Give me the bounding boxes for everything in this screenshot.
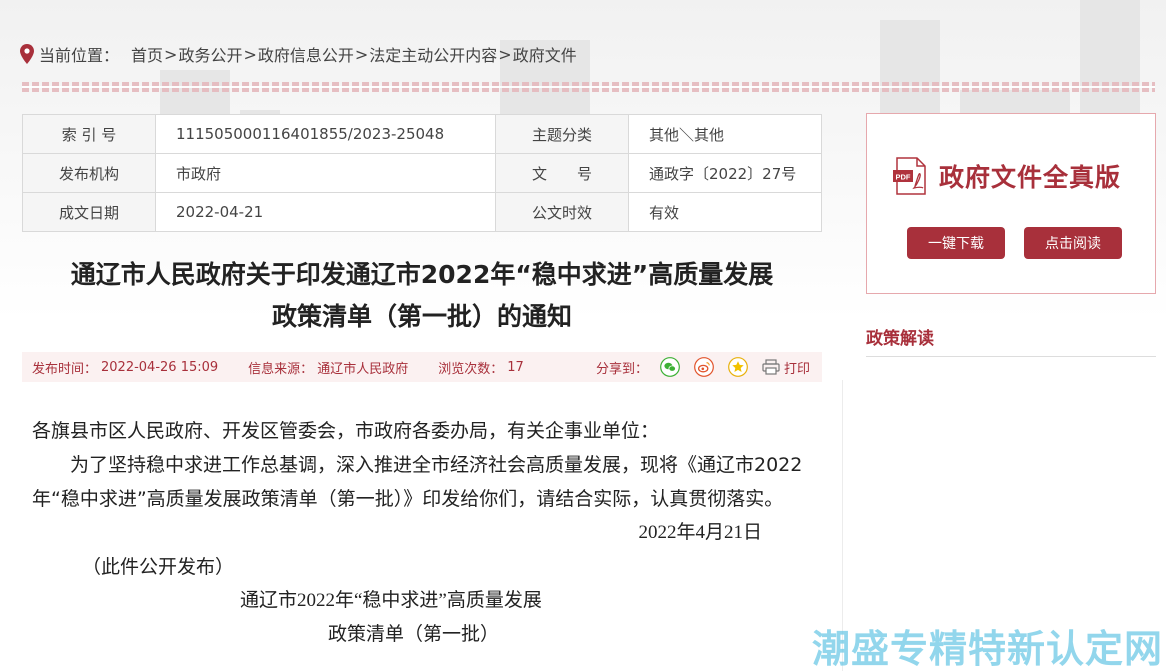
weibo-icon[interactable] (694, 357, 714, 377)
pdf-file-icon: PDF (893, 157, 926, 195)
view-count: 浏览次数： 17 (438, 358, 524, 377)
breadcrumb-separator: > (354, 44, 369, 64)
page-title: 通辽市人民政府关于印发通辽市2022年“稳中求进”高质量发展 政策清单（第一批）… (22, 254, 822, 338)
sign-date: 2022年4月21日 (638, 522, 762, 543)
publish-time-label: 发布时间： (32, 361, 98, 377)
breadcrumb-separator: > (498, 44, 512, 64)
date-label: 成文日期 (22, 192, 156, 232)
attachment-title-line-1: 通辽市2022年“稳中求进”高质量发展 (240, 590, 542, 611)
source-value: 通辽市人民政府 (317, 361, 409, 377)
breadcrumb-separator: > (243, 44, 257, 64)
publish-time: 发布时间： 2022-04-26 15:09 (32, 358, 218, 377)
info-source: 信息来源： 通辽市人民政府 (248, 358, 408, 377)
policy-interpretation-heading: 政策解读 (866, 329, 934, 349)
print-link[interactable]: 打印 (784, 358, 810, 377)
views-label: 浏览次数： (438, 361, 504, 377)
title-line-1: 通辽市人民政府关于印发通辽市2022年“稳中求进”高质量发展 (70, 260, 774, 289)
docno-value: 通政字〔2022〕27号 (628, 153, 822, 193)
doc-card-title: 政府文件全真版 (939, 163, 1122, 192)
category-value: 其他＼其他 (628, 114, 822, 154)
validity-label: 公文时效 (495, 192, 629, 232)
attachment-title-line-2: 政策清单（第一批） (328, 624, 500, 645)
index-value: 111505000116401855/2023-25048 (155, 114, 496, 154)
svg-text:PDF: PDF (896, 173, 911, 182)
read-online-button[interactable]: 点击阅读 (1024, 227, 1122, 259)
table-row: 成文日期 2022-04-21 公文时效 有效 (22, 192, 822, 232)
share-group: 分享到： 打印 (596, 357, 810, 377)
document-meta-table: 索 引 号 111505000116401855/2023-25048 主题分类… (22, 114, 822, 232)
public-note: （此件公开发布） (82, 556, 235, 578)
printer-icon[interactable] (762, 359, 780, 375)
publisher-label: 发布机构 (22, 153, 156, 193)
source-label: 信息来源： (248, 361, 314, 377)
body-paragraph: 为了坚持稳中求进工作总基调，深入推进全市经济社会高质量发展，现将《通辽市2022… (32, 454, 803, 510)
decorative-border (22, 82, 1155, 92)
publisher-value: 市政府 (155, 153, 496, 193)
publish-time-value: 2022-04-26 15:09 (101, 359, 219, 375)
views-value: 17 (507, 359, 524, 375)
breadcrumb-gov-docs[interactable]: 政府文件 (513, 42, 577, 66)
full-text-doc-card: PDF 政府文件全真版 一键下载 点击阅读 (866, 113, 1156, 294)
breadcrumb-home[interactable]: 首页 (131, 42, 163, 66)
map-pin-icon (20, 44, 34, 64)
index-label: 索 引 号 (22, 114, 156, 154)
table-row: 索 引 号 111505000116401855/2023-25048 主题分类… (22, 114, 822, 154)
breadcrumb-gov-info[interactable]: 政府信息公开 (258, 42, 354, 66)
policy-interpretation-divider (866, 356, 1156, 357)
breadcrumb-separator: > (164, 44, 178, 64)
site-watermark: 潮盛专精特新认定网 (812, 627, 1164, 671)
validity-value: 有效 (628, 192, 822, 232)
breadcrumb-prefix: 当前位置： (39, 46, 120, 65)
share-label: 分享到： (595, 361, 648, 377)
article-body: 各旗县市区人民政府、开发区管委会，市政府各委办局，有关企事业单位： 为了坚持稳中… (32, 414, 822, 652)
breadcrumb-gov-affairs[interactable]: 政务公开 (178, 42, 242, 66)
wechat-icon[interactable] (660, 357, 680, 377)
category-label: 主题分类 (495, 114, 629, 154)
date-value: 2022-04-21 (155, 192, 496, 232)
title-line-2: 政策清单（第一批）的通知 (271, 302, 572, 331)
article-info-bar: 发布时间： 2022-04-26 15:09 信息来源： 通辽市人民政府 浏览次… (22, 352, 822, 382)
salutation: 各旗县市区人民政府、开发区管委会，市政府各委办局，有关企事业单位： (32, 420, 660, 442)
download-button[interactable]: 一键下载 (907, 227, 1005, 259)
breadcrumb-statutory[interactable]: 法定主动公开内容 (369, 42, 497, 66)
qzone-star-icon[interactable] (728, 357, 748, 377)
docno-label: 文 号 (495, 153, 629, 193)
doc-card-header: PDF 政府文件全真版 (891, 156, 1121, 196)
breadcrumb: 当前位置： 首页 > 政务公开 > 政府信息公开 > 法定主动公开内容 > 政府… (20, 42, 577, 66)
table-row: 发布机构 市政府 文 号 通政字〔2022〕27号 (22, 153, 822, 193)
